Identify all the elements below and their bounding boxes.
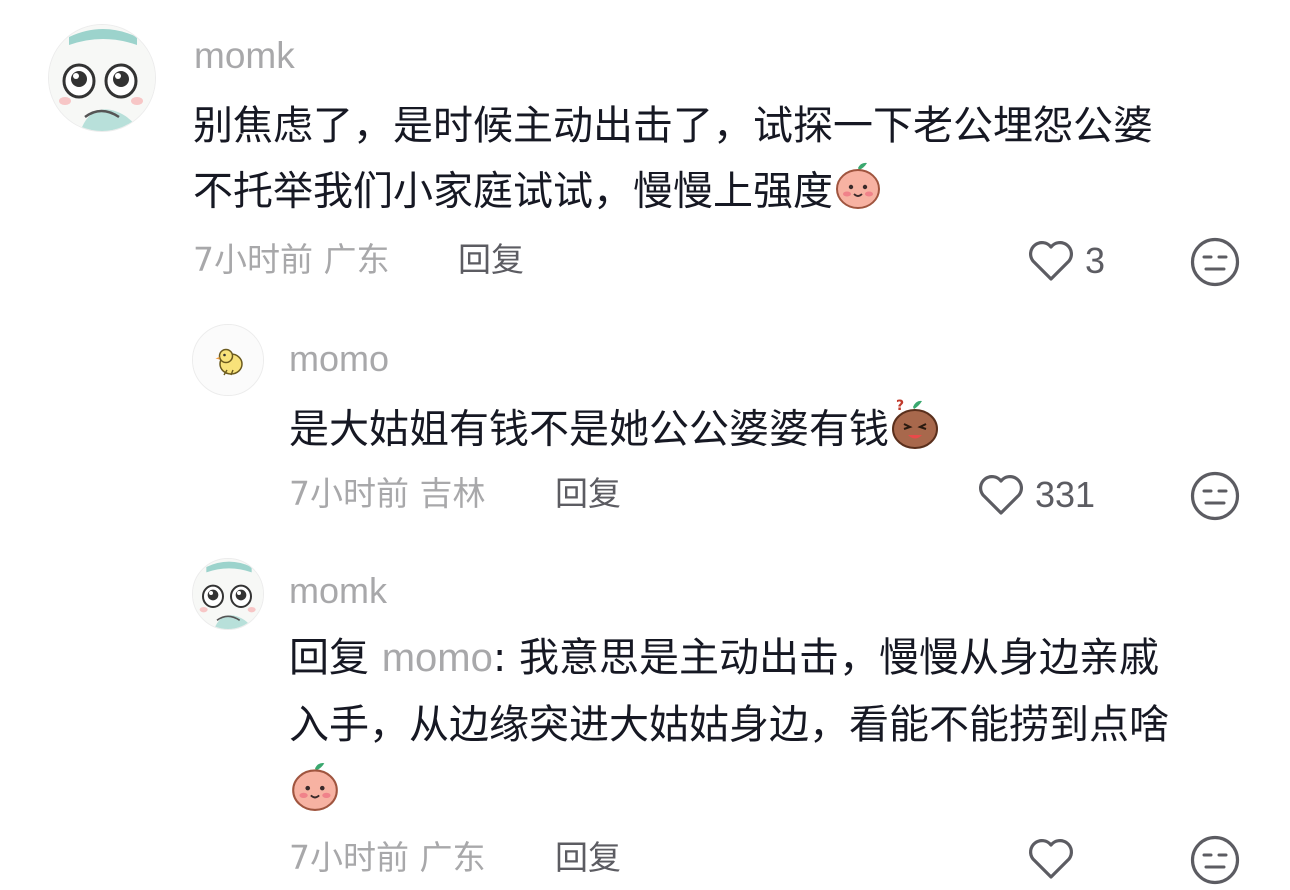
reply-button[interactable]: 回复 [555, 474, 621, 514]
like-button[interactable] [1027, 834, 1085, 884]
avatar[interactable] [192, 324, 264, 396]
comment-text-line: 回复 momo: 我意思是主动出击，慢慢从身边亲戚 [289, 626, 1159, 690]
peach-smile-emoji-icon [833, 158, 883, 229]
dislike-button[interactable] [1189, 834, 1241, 886]
comment-text-line: 是大姑姐有钱不是她公公婆婆有钱 ? [289, 394, 941, 469]
yellow-chick-avatar-icon [193, 325, 263, 395]
comment-text-line: 别焦虑了，是时候主动出击了，试探一下老公埋怨公婆 [193, 94, 1153, 158]
avatar[interactable] [192, 558, 264, 630]
reply-mention[interactable]: momo [382, 636, 493, 680]
heart-outline-icon [979, 475, 1023, 515]
comment-text: 不托举我们小家庭试试，慢慢上强度 [193, 168, 833, 215]
comment-text: : 我意思是主动出击，慢慢从身边亲戚 [492, 635, 1160, 681]
comment-meta: 7小时前 吉林 [289, 474, 486, 514]
cartoon-bunny-avatar-icon [49, 25, 155, 131]
meh-face-icon [1190, 471, 1240, 521]
heart-outline-icon [1029, 241, 1073, 281]
comment-location: 吉林 [419, 474, 486, 513]
comment-text: 别焦虑了，是时候主动出击了，试探一下老公埋怨公婆 [193, 103, 1153, 149]
comment-text-line [289, 758, 341, 831]
meh-face-icon [1190, 237, 1240, 287]
like-button[interactable]: 3 [1027, 236, 1105, 286]
peach-smile-emoji-icon [289, 758, 341, 831]
cartoon-bunny-avatar-icon [193, 559, 263, 629]
reply-button[interactable]: 回复 [458, 240, 524, 280]
comment-text-line: 不托举我们小家庭试试，慢慢上强度 [193, 158, 883, 229]
comment-text-line: 入手，从边缘突进大姑姑身边，看能不能捞到点啥 [289, 693, 1169, 757]
comment-username[interactable]: momk [289, 570, 387, 612]
comment-meta: 7小时前 广东 [289, 838, 486, 878]
svg-text:?: ? [896, 398, 904, 414]
comment-location: 广东 [419, 838, 486, 877]
heart-outline-icon [1029, 839, 1073, 879]
brown-grin-emoji-icon: ? [889, 394, 941, 469]
comment-username[interactable]: momo [289, 338, 389, 380]
comment-location: 广东 [323, 240, 390, 279]
like-button[interactable]: 331 [977, 470, 1095, 520]
like-count: 3 [1085, 240, 1106, 281]
like-count: 331 [1035, 474, 1096, 515]
comment-text: 入手，从边缘突进大姑姑身边，看能不能捞到点啥 [289, 702, 1169, 748]
dislike-button[interactable] [1189, 236, 1241, 288]
comment-time: 7小时前 [289, 474, 409, 513]
avatar[interactable] [48, 24, 156, 132]
comment-time: 7小时前 [289, 838, 409, 877]
comment-username[interactable]: momk [194, 34, 295, 78]
comment-text: 是大姑姐有钱不是她公公婆婆有钱 [289, 406, 889, 453]
comment-meta: 7小时前 广东 [193, 240, 390, 280]
reply-button[interactable]: 回复 [555, 838, 621, 878]
dislike-button[interactable] [1189, 470, 1241, 522]
meh-face-icon [1190, 835, 1240, 885]
reply-prefix: 回复 [289, 635, 369, 681]
comment-time: 7小时前 [193, 240, 313, 279]
